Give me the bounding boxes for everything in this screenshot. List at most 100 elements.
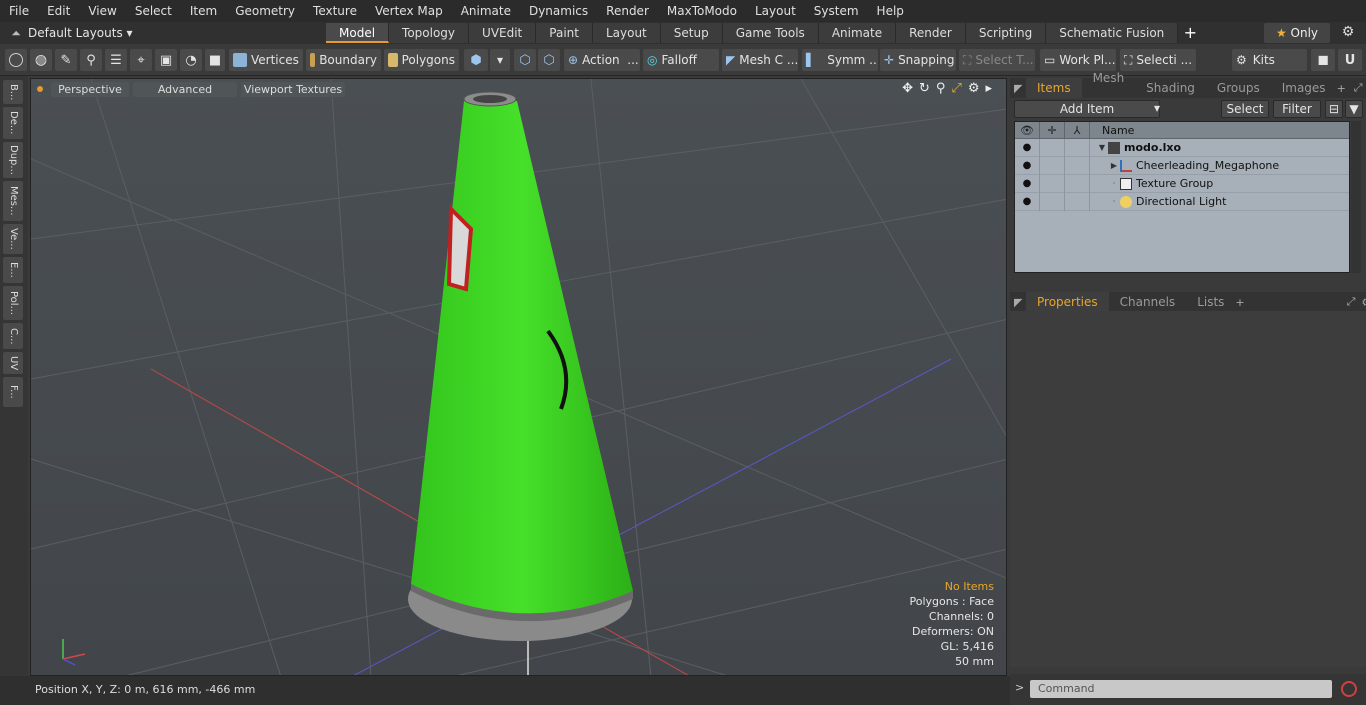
record-icon[interactable] (1341, 681, 1357, 697)
vertices-button[interactable]: Vertices (229, 49, 303, 71)
menu-view[interactable]: View (79, 0, 125, 22)
tab-lists[interactable]: Lists (1186, 292, 1235, 312)
tab-render[interactable]: Render (896, 23, 966, 43)
tab-images[interactable]: Images (1271, 78, 1337, 98)
tab-channels[interactable]: Channels (1109, 292, 1187, 312)
align-button[interactable]: ☰ (105, 49, 127, 71)
layouts-dropdown[interactable]: ⏶ Default Layouts ▾ (4, 22, 132, 44)
tab-schematic-fusion[interactable]: Schematic Fusion (1046, 23, 1179, 43)
kits-button[interactable]: ⚙ Kits (1232, 49, 1307, 71)
perspective-button[interactable]: Perspective (51, 81, 129, 97)
maximize-icon[interactable]: ⤢ (951, 81, 961, 96)
expand-icon[interactable]: ▶ (1108, 161, 1120, 170)
boundary-button[interactable]: Boundary (306, 49, 381, 71)
tree-row-mesh[interactable]: ● ▶ Cheerleading_Megaphone (1015, 156, 1349, 175)
bounding-button[interactable]: ▣ (155, 49, 177, 71)
unreal-button[interactable]: U (1338, 49, 1362, 71)
filter-button[interactable]: Filter (1273, 100, 1321, 118)
menu-maxtomodo[interactable]: MaxToModo (658, 0, 746, 22)
menu-item[interactable]: Item (181, 0, 226, 22)
move-icon[interactable]: ✥ (902, 81, 913, 96)
snapping-button[interactable]: ✛ Snapping (880, 49, 956, 71)
tab-game-tools[interactable]: Game Tools (722, 23, 819, 43)
material-button[interactable]: ⬢ (464, 49, 488, 71)
tab-uvedit[interactable]: UVEdit (469, 23, 537, 43)
gear-icon[interactable]: ⚙ (1361, 296, 1366, 309)
expand-icon[interactable]: ▼ (1096, 143, 1108, 152)
tab-groups[interactable]: Groups (1206, 78, 1271, 98)
falloff-button[interactable]: ◎ Falloff (643, 49, 719, 71)
viewport-textures-button[interactable]: Viewport Textures (241, 81, 345, 97)
menu-help[interactable]: Help (868, 0, 913, 22)
tree-scrollbar[interactable] (1351, 121, 1361, 273)
tab-scripting[interactable]: Scripting (965, 23, 1047, 43)
menu-edit[interactable]: Edit (38, 0, 79, 22)
tab-animate[interactable]: Animate (818, 23, 897, 43)
tab-mesh-edit[interactable]: Mes... (3, 181, 23, 221)
add-tab-icon[interactable]: + (1235, 296, 1244, 309)
add-tab-icon[interactable]: + (1337, 82, 1346, 95)
gear-icon[interactable]: ⚙ (1338, 24, 1358, 42)
menu-texture[interactable]: Texture (304, 0, 366, 22)
tree-row-texture-group[interactable]: ● · Texture Group (1015, 174, 1349, 193)
3d-viewport[interactable]: Perspective Advanced Viewport Textures ✥… (30, 78, 1007, 676)
menu-render[interactable]: Render (597, 0, 658, 22)
mesh-constraint-button[interactable]: ◤ Mesh C ... (722, 49, 798, 71)
eye-icon[interactable]: ● (1015, 174, 1040, 193)
tab-duplicate[interactable]: Dup... (3, 142, 23, 178)
tab-fusion[interactable]: F... (3, 377, 23, 407)
tab-model[interactable]: Model (326, 23, 390, 43)
tab-vertex[interactable]: Ve... (3, 224, 23, 254)
visibility-column-icon[interactable]: 👁 (1015, 122, 1040, 138)
tab-layout[interactable]: Layout (592, 23, 661, 43)
name-column-header[interactable]: Name (1090, 122, 1134, 138)
snap-toggle-a[interactable]: ⬡ (514, 49, 536, 71)
type-column-icon[interactable]: ⅄ (1065, 122, 1090, 138)
eye-icon[interactable]: ● (1015, 192, 1040, 211)
select-through-button[interactable]: ⛶ Select T... (959, 49, 1035, 71)
action-center-button[interactable]: ⊕ Action ... (564, 49, 640, 71)
rotate-icon[interactable]: ↻ (919, 81, 930, 96)
menu-animate[interactable]: Animate (452, 0, 520, 22)
polygons-button[interactable]: Polygons (384, 49, 459, 71)
tree-row-scene[interactable]: ● ▼ modo.lxo (1015, 138, 1349, 157)
add-item-dropdown[interactable]: ▾ (1147, 100, 1167, 118)
add-tab-icon[interactable]: + (1178, 22, 1202, 44)
collapse-arrow-icon[interactable]: ⏶ (4, 26, 28, 41)
tree-row-light[interactable]: ● · Directional Light (1015, 192, 1349, 211)
settings-icon[interactable]: ⚙ (968, 81, 980, 96)
zoom-icon[interactable]: ⚲ (936, 81, 946, 96)
tab-polygon[interactable]: Pol... (3, 286, 23, 320)
center-button[interactable]: ⌖ (130, 49, 152, 71)
select-mode-button[interactable] (5, 49, 27, 71)
panel-menu-icon[interactable]: ◤ (1010, 82, 1022, 95)
panel-menu-icon[interactable]: ◤ (1010, 296, 1022, 309)
menu-geometry[interactable]: Geometry (226, 0, 304, 22)
pen-button[interactable]: ✎ (55, 49, 77, 71)
collapse-button[interactable]: ⊟ (1325, 100, 1343, 118)
item-mode-button[interactable]: ■ (205, 49, 225, 71)
tab-deform[interactable]: De... (3, 107, 23, 139)
menu-select[interactable]: Select (126, 0, 181, 22)
lock-column-icon[interactable]: ✛ (1040, 122, 1065, 138)
symmetry-button[interactable]: ▌ Symm ... (802, 49, 878, 71)
maximize-icon[interactable]: ⤢ (1347, 295, 1356, 309)
advanced-button[interactable]: Advanced (133, 81, 237, 97)
tab-shading[interactable]: Shading (1135, 78, 1206, 98)
globe-button[interactable]: ◍ (30, 49, 52, 71)
command-input[interactable]: Command (1030, 680, 1332, 698)
tab-paint[interactable]: Paint (536, 23, 593, 43)
select-button[interactable]: Select (1221, 100, 1269, 118)
tab-curve[interactable]: C... (3, 323, 23, 349)
material-dropdown[interactable]: ▾ (490, 49, 510, 71)
eye-icon[interactable]: ● (1015, 156, 1040, 175)
tab-uv[interactable]: UV (3, 352, 23, 374)
tab-setup[interactable]: Setup (660, 23, 723, 43)
expand-arrow-icon[interactable]: ▸ (985, 81, 992, 96)
tab-topology[interactable]: Topology (389, 23, 470, 43)
brush-button[interactable]: ⚲ (80, 49, 102, 71)
menu-system[interactable]: System (805, 0, 868, 22)
kit-cube-button[interactable]: ◼ (1311, 49, 1335, 71)
funnel-button[interactable]: ▼ (1345, 100, 1363, 118)
menu-file[interactable]: File (0, 0, 38, 22)
